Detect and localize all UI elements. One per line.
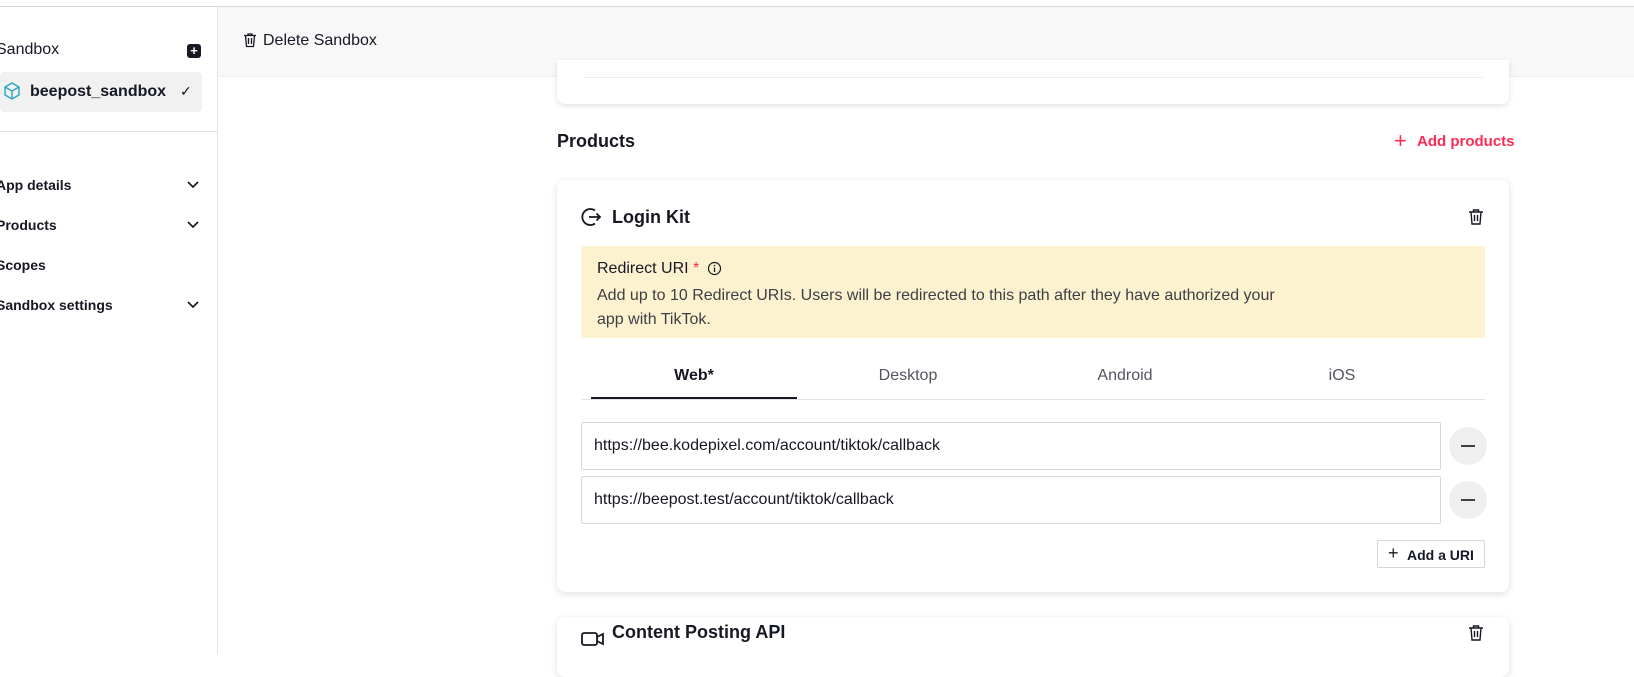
- redirect-uri-input-2[interactable]: [581, 476, 1441, 524]
- chevron-down-icon[interactable]: [186, 177, 200, 191]
- plus-icon[interactable]: +: [1394, 128, 1407, 154]
- plus-icon: +: [1388, 543, 1399, 563]
- add-uri-label: Add a URI: [1407, 547, 1474, 563]
- tab-web[interactable]: Web*: [591, 367, 797, 385]
- trash-icon[interactable]: [1467, 208, 1485, 226]
- required-mark: *: [693, 260, 700, 277]
- nav-app-details[interactable]: App details: [0, 177, 71, 193]
- info-icon[interactable]: [707, 261, 722, 276]
- add-products-button[interactable]: Add products: [1417, 133, 1515, 150]
- chevron-down-icon[interactable]: [186, 297, 200, 311]
- sidebar-divider: [0, 131, 217, 132]
- tab-android[interactable]: Android: [1022, 367, 1228, 385]
- products-title: Products: [557, 131, 636, 151]
- notice-title: Redirect URI *: [597, 260, 700, 277]
- notice-text: Add up to 10 Redirect URIs. Users will b…: [597, 287, 1275, 328]
- previous-card: [557, 60, 1509, 104]
- login-icon: [581, 208, 602, 226]
- trash-icon[interactable]: [242, 32, 258, 48]
- check-icon: ✓: [180, 83, 192, 99]
- redirect-uri-input-1[interactable]: [581, 422, 1441, 470]
- divider: [583, 77, 1483, 78]
- login-kit-card: Login Kit Redirect URI * Add up to 10 Re…: [557, 180, 1509, 592]
- nav-products[interactable]: Products: [0, 217, 57, 233]
- sidebar-title: Sandbox: [0, 41, 60, 58]
- chevron-down-icon[interactable]: [186, 217, 200, 231]
- nav-scopes[interactable]: Scopes: [0, 257, 46, 273]
- nav-sandbox-settings[interactable]: Sandbox settings: [0, 297, 113, 313]
- content-posting-card: Content Posting API: [557, 617, 1509, 677]
- tab-desktop[interactable]: Desktop: [805, 367, 1011, 385]
- sandbox-item-beepost[interactable]: beepost_sandbox ✓: [0, 72, 202, 112]
- trash-icon[interactable]: [1467, 624, 1485, 642]
- sidebar: Sandbox + beepost_sandbox ✓ App details …: [0, 7, 218, 654]
- add-sandbox-icon[interactable]: +: [187, 44, 201, 58]
- delete-sandbox-button[interactable]: Delete Sandbox: [263, 32, 377, 50]
- tab-ios[interactable]: iOS: [1239, 367, 1445, 385]
- sandbox-item-label: beepost_sandbox: [30, 83, 167, 100]
- remove-uri-button[interactable]: [1449, 481, 1487, 519]
- remove-uri-button[interactable]: [1449, 427, 1487, 465]
- video-camera-icon: [581, 632, 604, 646]
- content-posting-title: Content Posting API: [612, 622, 786, 642]
- active-tab-indicator: [591, 397, 797, 399]
- login-kit-title: Login Kit: [612, 207, 690, 227]
- cube-icon: [4, 82, 20, 100]
- add-uri-button[interactable]: + Add a URI: [1377, 540, 1485, 568]
- platform-tabs: Web* Desktop Android iOS: [581, 355, 1485, 400]
- redirect-uri-notice: Redirect URI * Add up to 10 Redirect URI…: [581, 246, 1485, 338]
